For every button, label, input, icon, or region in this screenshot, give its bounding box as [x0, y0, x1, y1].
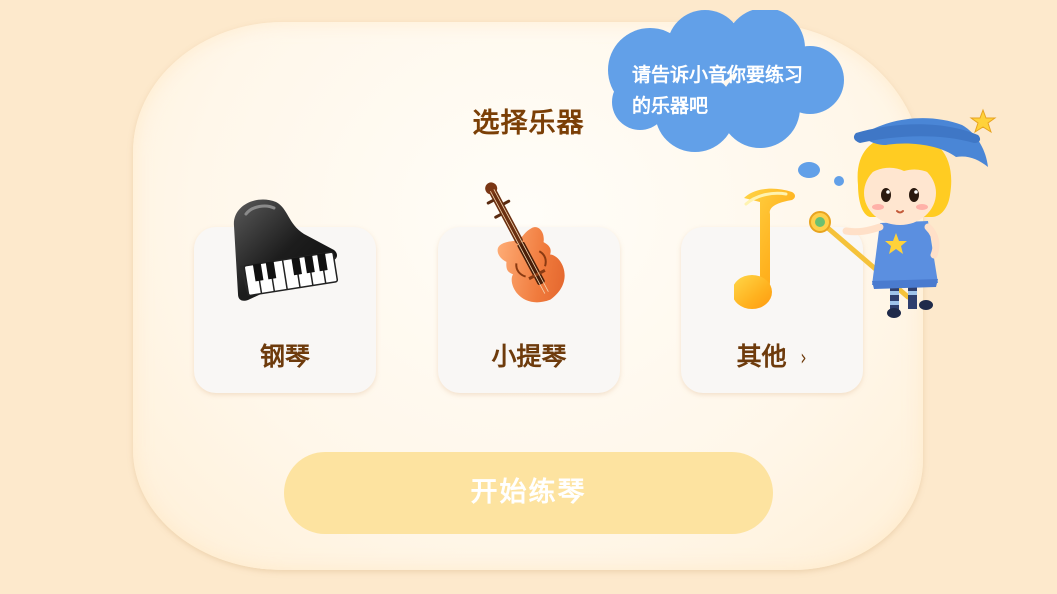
- violin-icon: [485, 182, 565, 303]
- mascot-witch-character: [809, 108, 997, 318]
- instrument-label-piano: 钢琴: [259, 342, 310, 371]
- instrument-label-other: 其他 ›: [736, 342, 807, 371]
- instrument-label-violin: 小提琴: [491, 342, 567, 371]
- chevron-right-icon: ›: [799, 346, 807, 371]
- start-practice-button[interactable]: 开始练琴: [284, 452, 773, 534]
- piano-icon: [233, 199, 339, 301]
